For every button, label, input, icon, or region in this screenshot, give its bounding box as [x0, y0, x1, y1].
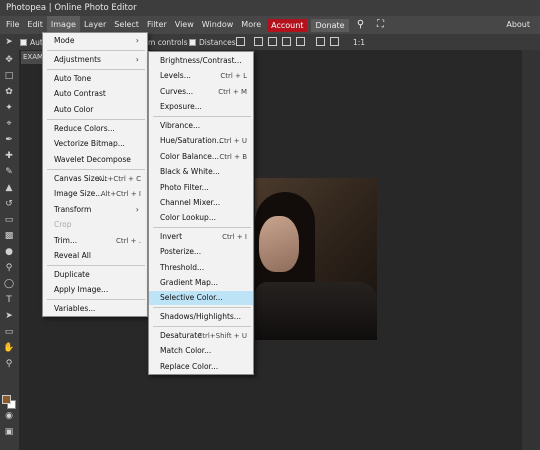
menu-item-reduce-colors[interactable]: Reduce Colors...: [43, 122, 147, 136]
path-select-icon[interactable]: ➤: [3, 310, 15, 322]
quick-mask-icon[interactable]: ◉: [3, 410, 15, 422]
menu-item-replace-color[interactable]: Replace Color...: [149, 360, 253, 374]
menu-item-threshold[interactable]: Threshold...: [149, 261, 253, 275]
checkbox-icon: [189, 39, 196, 46]
photo-jacket: [255, 282, 377, 340]
window-title: Photopea | Online Photo Editor: [0, 0, 540, 16]
adjustments-submenu: Brightness/Contrast... Levels... Ctrl + L…: [148, 51, 254, 375]
distances-checkbox[interactable]: Distances: [189, 38, 236, 47]
account-button[interactable]: Account: [267, 18, 308, 32]
right-panel: [522, 50, 540, 450]
menu-item-crop: Crop: [54, 220, 72, 229]
menu-more[interactable]: More: [237, 16, 265, 34]
menu-window[interactable]: Window: [198, 16, 238, 34]
shape-tool-icon[interactable]: ▭: [3, 326, 15, 338]
menu-item-curves[interactable]: Curves... Ctrl + M: [149, 85, 253, 99]
align-bottom-icon[interactable]: [330, 37, 339, 46]
blur-tool-icon[interactable]: ●: [3, 246, 15, 258]
menu-item-brightness-contrast[interactable]: Brightness/Contrast...: [149, 54, 253, 68]
menu-item-adjustments[interactable]: Adjustments ›: [43, 53, 147, 67]
align-left-icon[interactable]: [254, 37, 263, 46]
menu-item-vibrance[interactable]: Vibrance...: [149, 119, 253, 133]
menu-item-color-lookup[interactable]: Color Lookup...: [149, 211, 253, 225]
menu-item-auto-color[interactable]: Auto Color: [43, 103, 147, 117]
menu-item-mode[interactable]: Mode ›: [43, 34, 147, 48]
dodge-tool-icon[interactable]: ⚲: [3, 262, 15, 274]
hand-tool-icon[interactable]: ✋: [3, 342, 15, 354]
canvas-image: [255, 178, 377, 340]
menu-item-wavelet-decompose[interactable]: Wavelet Decompose: [43, 153, 147, 167]
zoom-scale-label[interactable]: 1:1: [353, 38, 365, 47]
type-tool-icon[interactable]: T: [3, 294, 15, 306]
brush-tool-icon[interactable]: ✎: [3, 166, 15, 178]
menu-item-levels[interactable]: Levels... Ctrl + L: [149, 69, 253, 83]
menu-item-duplicate[interactable]: Duplicate: [43, 268, 147, 282]
menu-item-posterize[interactable]: Posterize...: [149, 245, 253, 259]
donate-button[interactable]: Donate: [311, 18, 349, 32]
photo-face: [259, 216, 299, 272]
about-link[interactable]: About: [502, 16, 534, 34]
move-tool-icon[interactable]: ✥: [3, 54, 15, 66]
marquee-tool-icon[interactable]: □: [3, 70, 15, 82]
menu-item-vectorize-bitmap[interactable]: Vectorize Bitmap...: [43, 137, 147, 151]
healing-brush-icon[interactable]: ✚: [3, 150, 15, 162]
screen-mode-icon[interactable]: ▣: [3, 426, 15, 438]
menu-item-transform[interactable]: Transform ›: [43, 203, 147, 217]
gradient-tool-icon[interactable]: ▩: [3, 230, 15, 242]
lasso-tool-icon[interactable]: ✿: [3, 86, 15, 98]
menu-item-exposure[interactable]: Exposure...: [149, 100, 253, 114]
zoom-tool-icon[interactable]: ⚲: [3, 358, 15, 370]
align-middle-icon[interactable]: [316, 37, 325, 46]
fullscreen-icon[interactable]: ⛶: [374, 18, 388, 32]
menu-item-black-white[interactable]: Black & White...: [149, 165, 253, 179]
eyedropper-icon[interactable]: ✒: [3, 134, 15, 146]
magic-wand-icon[interactable]: ✦: [3, 102, 15, 114]
menu-item-color-balance[interactable]: Color Balance... Ctrl + B: [149, 150, 253, 164]
align-center-icon[interactable]: [268, 37, 277, 46]
menu-item-shadows-highlights[interactable]: Shadows/Highlights...: [149, 310, 253, 324]
menu-item-variables[interactable]: Variables...: [43, 302, 147, 316]
foreground-color-swatch[interactable]: [2, 395, 11, 404]
tools-panel: ✥ □ ✿ ✦ ⌖ ✒ ✚ ✎ ▲ ↺ ▭ ▩ ● ⚲ ◯ T ➤ ▭ ✋ ⚲ …: [0, 50, 19, 450]
menu-item-channel-mixer[interactable]: Channel Mixer...: [149, 196, 253, 210]
menu-item-match-color[interactable]: Match Color...: [149, 344, 253, 358]
crop-tool-icon[interactable]: ⌖: [3, 118, 15, 130]
menu-item-invert[interactable]: Invert Ctrl + I: [149, 230, 253, 244]
transform-controls-label: m controls: [148, 38, 188, 47]
menu-item-auto-contrast[interactable]: Auto Contrast: [43, 87, 147, 101]
clone-stamp-icon[interactable]: ▲: [3, 182, 15, 194]
menu-item-apply-image[interactable]: Apply Image...: [43, 283, 147, 297]
align-top-icon[interactable]: [296, 37, 305, 46]
align-right-icon[interactable]: [282, 37, 291, 46]
menu-view[interactable]: View: [171, 16, 198, 34]
menu-item-reveal-all[interactable]: Reveal All: [43, 249, 147, 263]
menu-item-auto-tone[interactable]: Auto Tone: [43, 72, 147, 86]
history-brush-icon[interactable]: ↺: [3, 198, 15, 210]
download-icon[interactable]: [236, 37, 245, 46]
menu-item-selective-color[interactable]: Selective Color...: [149, 291, 253, 305]
menu-item-hue-saturation[interactable]: Hue/Saturation... Ctrl + U: [149, 134, 253, 148]
checkbox-icon: [20, 39, 27, 46]
menu-item-desaturate[interactable]: Desaturate Ctrl+Shift + U: [149, 329, 253, 343]
search-icon[interactable]: ⚲: [354, 18, 368, 32]
move-tool-icon[interactable]: ➤: [3, 36, 15, 48]
distances-label: Distances: [199, 38, 236, 47]
menu-item-canvas-size[interactable]: Canvas Size... Alt+Ctrl + C: [43, 172, 147, 186]
image-menu: Mode › Adjustments › Auto Tone Auto Contra…: [42, 32, 148, 317]
pen-tool-icon[interactable]: ◯: [3, 278, 15, 290]
menu-item-image-size[interactable]: Image Size... Alt+Ctrl + I: [43, 187, 147, 201]
menu-file[interactable]: File: [2, 16, 23, 34]
menu-item-gradient-map[interactable]: Gradient Map...: [149, 276, 253, 290]
menu-item-photo-filter[interactable]: Photo Filter...: [149, 181, 253, 195]
eraser-icon[interactable]: ▭: [3, 214, 15, 226]
menu-item-trim[interactable]: Trim... Ctrl + .: [43, 234, 147, 248]
